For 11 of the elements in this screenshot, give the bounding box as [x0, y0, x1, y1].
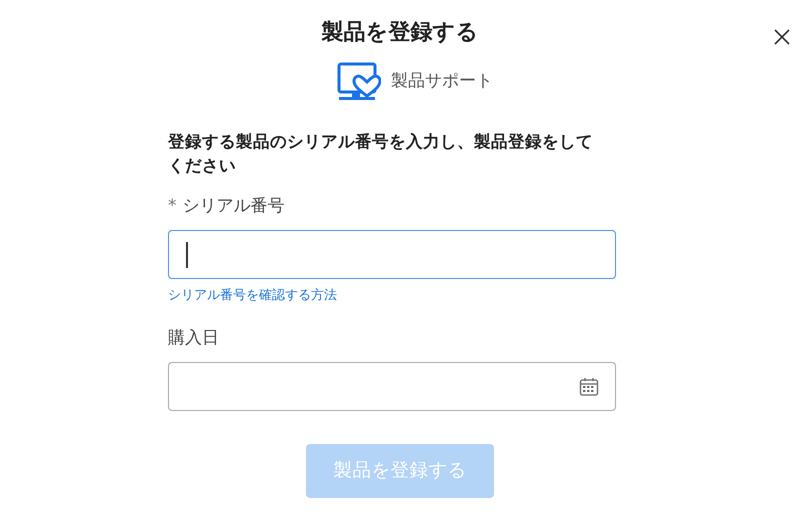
- required-mark: *: [168, 196, 176, 216]
- date-field[interactable]: [168, 362, 616, 411]
- input-field[interactable]: [168, 230, 616, 279]
- calendar-icon[interactable]: [579, 376, 599, 396]
- monitor-heart-icon: [337, 62, 381, 102]
- category-label: 製品サポート: [391, 70, 493, 94]
- dialog-title: 製品を登録する: [322, 19, 478, 47]
- instruction-text: 登録する製品のシリアル番号を入力し、製品登録をしてください: [168, 131, 594, 177]
- help-link[interactable]: シリアル番号を確認する方法: [168, 286, 337, 306]
- field-label: 購入日: [168, 328, 219, 348]
- field-label: シリアル番号: [182, 196, 284, 216]
